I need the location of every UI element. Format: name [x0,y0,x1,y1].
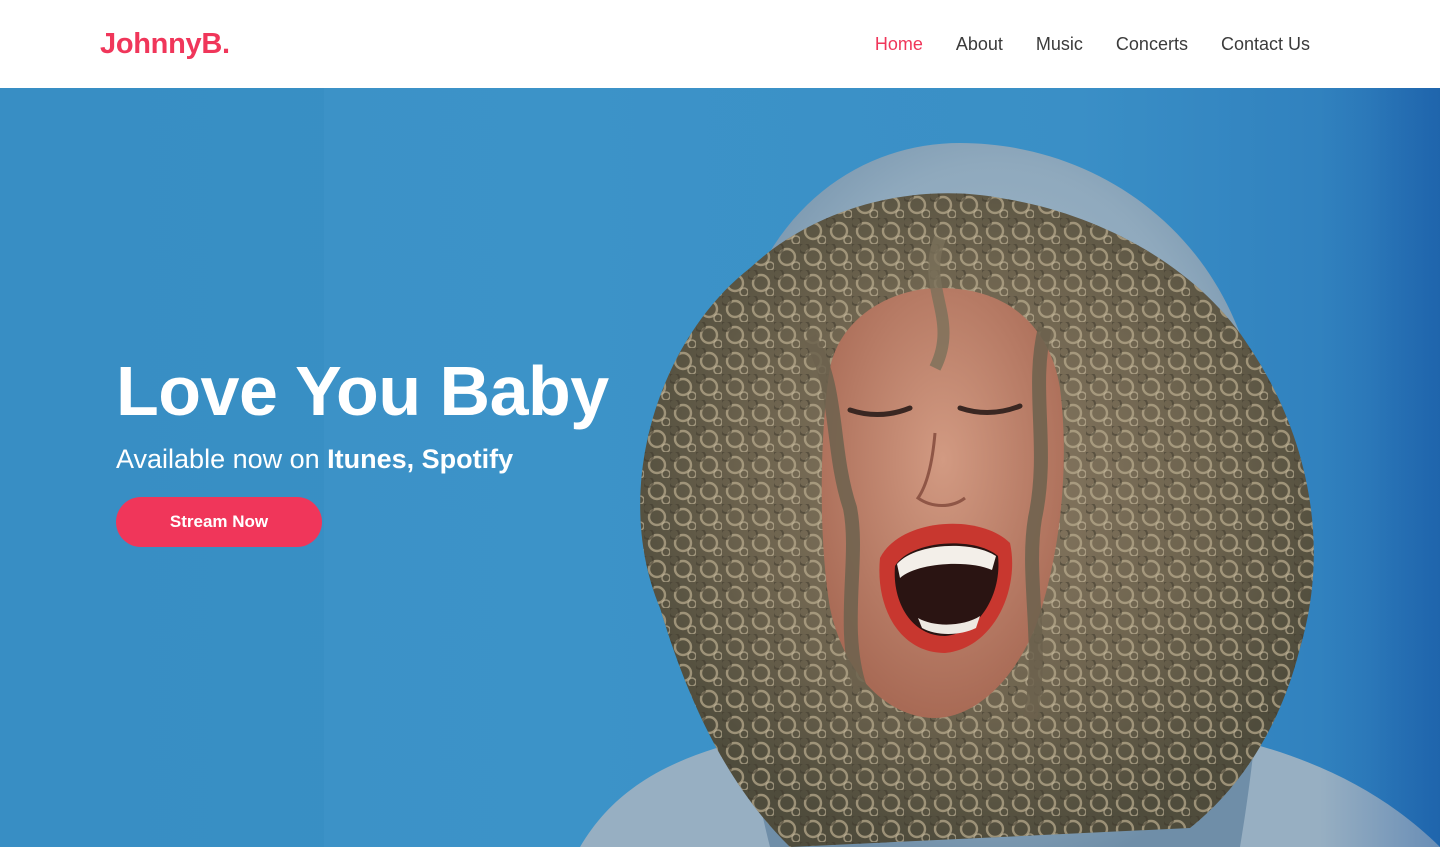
nav-item-about[interactable]: About [956,34,1003,55]
hero-content: Love You Baby Available now on Itunes, S… [116,352,609,548]
hero-subtitle-platforms: Itunes, Spotify [327,444,514,474]
hero-image [580,143,1440,847]
hero-subtitle: Available now on Itunes, Spotify [116,443,609,475]
site-header: JohnnyB. Home About Music Concerts Conta… [0,0,1440,88]
nav-item-music[interactable]: Music [1036,34,1083,55]
hero-section: Love You Baby Available now on Itunes, S… [0,88,1440,847]
hero-subtitle-prefix: Available now on [116,444,328,474]
main-nav: Home About Music Concerts Contact Us [875,34,1310,55]
nav-item-home[interactable]: Home [875,34,923,55]
logo[interactable]: JohnnyB. [100,29,230,59]
stream-now-button[interactable]: Stream Now [116,497,322,548]
hero-title: Love You Baby [116,352,609,430]
nav-item-contact-us[interactable]: Contact Us [1221,34,1310,55]
nav-item-concerts[interactable]: Concerts [1116,34,1188,55]
page: JohnnyB. Home About Music Concerts Conta… [0,0,1440,847]
hero-vignette [1320,88,1440,847]
